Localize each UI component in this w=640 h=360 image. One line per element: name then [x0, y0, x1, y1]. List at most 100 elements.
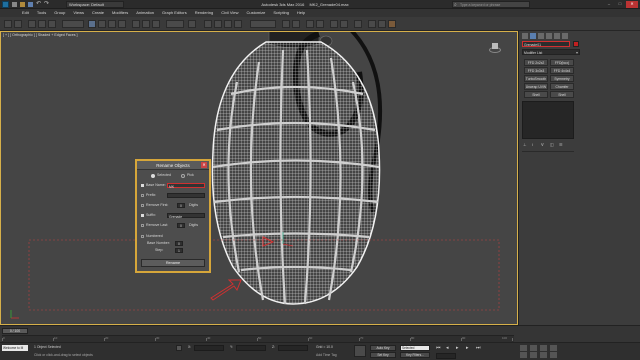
modifier-button-unwrap-uvw[interactable]: Unwrap UVW [524, 83, 548, 90]
graphite-ribbon-icon[interactable] [316, 20, 324, 28]
remove-modifier-icon[interactable]: ◫ [550, 142, 554, 147]
undo-icon[interactable]: ↶ [36, 1, 41, 8]
schematic-view-icon[interactable] [340, 20, 348, 28]
workspace-selector[interactable]: Workspace: Default [66, 1, 124, 8]
go-to-end-icon[interactable]: ⏭ [476, 345, 481, 351]
x-coordinate-field[interactable] [194, 345, 224, 351]
prefix-checkbox[interactable] [141, 194, 144, 197]
motion-tab-icon[interactable] [546, 33, 552, 39]
set-key-button[interactable]: Set Key [370, 352, 396, 358]
track-bar[interactable]: 0 10 20 30 40 50 60 70 80 90 100 [2, 335, 514, 342]
redo-icon[interactable] [14, 20, 22, 28]
move-icon[interactable] [132, 20, 140, 28]
zoom-extents-all-icon[interactable] [550, 345, 557, 351]
next-frame-icon[interactable]: ▸ [466, 345, 469, 351]
numbered-checkbox[interactable] [141, 235, 144, 238]
zoom-icon[interactable] [520, 345, 527, 351]
modifier-button-turbosmooth[interactable]: TurboSmooth [524, 75, 548, 82]
menu-edit[interactable]: Edit [18, 9, 33, 17]
current-frame-field[interactable] [436, 353, 456, 359]
menu-tools[interactable]: Tools [33, 9, 50, 17]
menu-customize[interactable]: Customize [242, 9, 269, 17]
zoom-all-icon[interactable] [530, 345, 537, 351]
menu-modifiers[interactable]: Modifiers [108, 9, 132, 17]
add-time-tag[interactable]: Add Time Tag [316, 353, 337, 357]
modifier-button-ffd-box[interactable]: FFD(box) [550, 59, 574, 66]
utilities-tab-icon[interactable] [562, 33, 568, 39]
base-name-checkbox[interactable] [141, 184, 144, 187]
spinner-snap-icon[interactable] [234, 20, 242, 28]
time-slider[interactable]: 0 / 100 [2, 328, 28, 334]
modifier-stack-list[interactable] [522, 101, 574, 139]
menu-views[interactable]: Views [69, 9, 88, 17]
modifier-button-ffd-4x4x4[interactable]: FFD 4x4x4 [550, 67, 574, 74]
hierarchy-tab-icon[interactable] [538, 33, 544, 39]
pan-view-icon[interactable] [530, 352, 537, 358]
viewcube-icon[interactable] [487, 42, 503, 56]
auto-key-button[interactable]: Auto Key [370, 345, 396, 351]
select-object-icon[interactable] [88, 20, 96, 28]
z-coordinate-field[interactable] [278, 345, 308, 351]
mirror-icon[interactable] [282, 20, 290, 28]
percent-snap-icon[interactable] [224, 20, 232, 28]
menu-group[interactable]: Group [50, 9, 69, 17]
rendered-frame-window-icon[interactable] [378, 20, 386, 28]
object-color-swatch[interactable] [573, 41, 579, 47]
selected-radio[interactable] [151, 174, 155, 178]
modify-tab-icon[interactable] [530, 33, 536, 39]
bind-space-warp-icon[interactable] [48, 20, 56, 28]
grenade-wireframe[interactable] [1, 32, 518, 325]
menu-create[interactable]: Create [88, 9, 108, 17]
pin-stack-icon[interactable]: ⊥ [523, 142, 526, 147]
modifier-button-ffd-2x2x2[interactable]: FFD 2x2x2 [524, 59, 548, 66]
rotate-icon[interactable] [142, 20, 150, 28]
create-tab-icon[interactable] [522, 33, 528, 39]
maximize-viewport-icon[interactable] [550, 352, 557, 358]
prefix-field[interactable] [167, 193, 205, 198]
base-name-field[interactable]: MK [167, 183, 205, 189]
display-tab-icon[interactable] [554, 33, 560, 39]
modifier-button-shell-2[interactable]: Shell [550, 91, 574, 98]
remove-first-spinner[interactable]: 0 [177, 203, 185, 208]
render-setup-icon[interactable] [368, 20, 376, 28]
y-coordinate-field[interactable] [236, 345, 266, 351]
remove-last-checkbox[interactable] [141, 224, 144, 227]
layer-manager-icon[interactable] [306, 20, 314, 28]
snaps-toggle-icon[interactable] [204, 20, 212, 28]
modifier-button-chamfer[interactable]: Chamfer [550, 83, 574, 90]
named-selection-dropdown[interactable] [250, 20, 276, 28]
select-by-name-icon[interactable] [98, 20, 106, 28]
pick-radio[interactable] [181, 174, 185, 178]
configure-sets-icon[interactable]: ☰ [559, 142, 563, 147]
go-to-start-icon[interactable]: ⏮ [436, 345, 441, 351]
remove-last-spinner[interactable]: 0 [177, 223, 185, 228]
redo-icon[interactable]: ↷ [44, 1, 49, 8]
dialog-close-icon[interactable]: ✕ [201, 162, 207, 168]
modifier-button-symmetry[interactable]: Symmetry [550, 75, 574, 82]
menu-civil-view[interactable]: Civil View [217, 9, 242, 17]
base-number-spinner[interactable]: 0 [175, 241, 183, 246]
zoom-extents-icon[interactable] [540, 345, 547, 351]
maxscript-listener[interactable]: Welcome to M [2, 345, 28, 351]
modifier-button-ffd-3x3x3[interactable]: FFD 3x3x3 [524, 67, 548, 74]
modifier-list-dropdown[interactable]: Modifier List ▾ [522, 49, 580, 55]
key-filters-button[interactable]: Key Filters... [400, 352, 430, 358]
material-editor-icon[interactable] [354, 20, 362, 28]
field-of-view-icon[interactable] [520, 352, 527, 358]
modifier-button-shell[interactable]: Shell [524, 91, 548, 98]
perspective-viewport[interactable]: [ + ] [ Orthographic ] [ Shaded + Edged … [0, 31, 518, 325]
show-end-result-icon[interactable]: ǀ [532, 142, 533, 147]
orbit-icon[interactable] [540, 352, 547, 358]
menu-graph-editors[interactable]: Graph Editors [158, 9, 191, 17]
selection-filter-dropdown[interactable] [62, 20, 84, 28]
close-button[interactable]: ✕ [626, 1, 638, 8]
app-logo-icon[interactable] [2, 1, 9, 8]
reference-coordinate-dropdown[interactable] [166, 20, 184, 28]
window-crossing-icon[interactable] [118, 20, 126, 28]
make-unique-icon[interactable]: ∀ [541, 142, 544, 147]
menu-animation[interactable]: Animation [132, 9, 158, 17]
suffix-checkbox[interactable] [141, 214, 144, 217]
key-mode-selector[interactable]: Selected [400, 345, 430, 351]
step-spinner[interactable]: 1 [175, 248, 183, 253]
scale-icon[interactable] [152, 20, 160, 28]
